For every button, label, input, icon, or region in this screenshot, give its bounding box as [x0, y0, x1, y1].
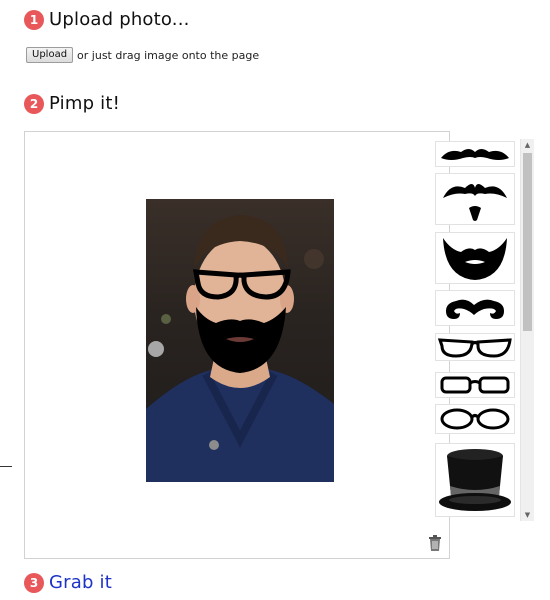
palette-scrollbar[interactable]: ▲ ▼: [520, 139, 534, 521]
uploaded-photo[interactable]: [146, 199, 334, 482]
top-hat-icon[interactable]: [435, 443, 515, 517]
curly-mustache-icon[interactable]: [435, 290, 515, 326]
mustache-icon[interactable]: [435, 141, 515, 167]
divider-tick: [0, 466, 12, 467]
beard-icon[interactable]: [435, 232, 515, 284]
step-number-badge: 3: [24, 572, 44, 593]
step-edit-heading: 2 Pimp it!: [24, 93, 120, 114]
upload-hint: or just drag image onto the page: [77, 48, 260, 62]
glasses-oval-icon[interactable]: [435, 404, 515, 434]
trash-icon[interactable]: [428, 535, 442, 551]
upload-button[interactable]: Upload: [26, 47, 74, 63]
step-number-badge: 2: [24, 93, 44, 114]
glasses-rect-icon[interactable]: [435, 372, 515, 398]
scroll-down-icon[interactable]: ▼: [521, 509, 534, 521]
step-title: Pimp it!: [49, 93, 121, 114]
editing-canvas[interactable]: [24, 131, 450, 559]
grab-it-link[interactable]: Grab it: [49, 572, 112, 593]
scroll-up-icon[interactable]: ▲: [521, 139, 534, 151]
portrait-photo: [146, 215, 334, 482]
scrollbar-thumb[interactable]: [523, 153, 532, 331]
step-title: Upload photo...: [49, 9, 190, 30]
mustache-goatee-icon[interactable]: [435, 173, 515, 225]
step-number-badge: 1: [24, 9, 44, 30]
upload-row: Upload or just drag image onto the page: [26, 47, 259, 63]
accessory-palette: [432, 139, 520, 521]
step-grab-heading: 3 Grab it: [24, 572, 112, 593]
step-upload-heading: 1 Upload photo...: [24, 9, 190, 30]
glasses-cateye-icon[interactable]: [435, 333, 515, 361]
